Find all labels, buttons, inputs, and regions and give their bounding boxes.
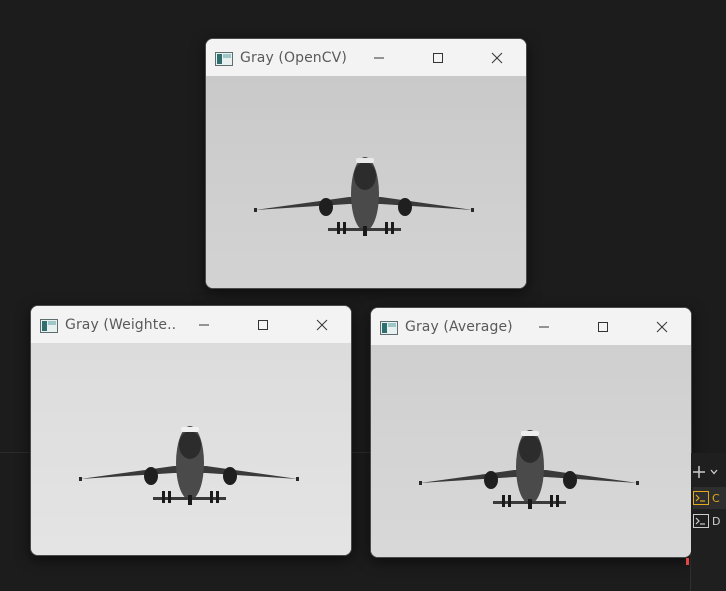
close-icon: [491, 52, 502, 63]
status-marker: [686, 558, 689, 565]
close-button[interactable]: [467, 39, 526, 76]
terminal-item[interactable]: D: [693, 510, 726, 532]
minimize-icon: [538, 326, 549, 327]
minimize-icon: [373, 57, 384, 58]
window-title: Gray (OpenCV): [240, 49, 347, 66]
window-title: Gray (Average): [405, 318, 513, 335]
window-title: Gray (Weighte...: [65, 316, 175, 333]
app-icon: [380, 320, 398, 335]
terminal-list-panel: C D: [691, 453, 726, 591]
title-bar[interactable]: Gray (Weighte...: [31, 306, 351, 343]
image-view: [206, 76, 526, 288]
close-icon: [656, 321, 667, 332]
maximize-button[interactable]: [573, 308, 632, 345]
terminal-item-label: D: [712, 514, 721, 528]
close-button[interactable]: [632, 308, 691, 345]
airplane-image: [79, 426, 299, 505]
new-terminal-button[interactable]: [691, 462, 726, 482]
terminal-icon: [693, 514, 709, 528]
close-icon: [316, 319, 327, 330]
title-bar[interactable]: Gray (Average): [371, 308, 691, 345]
airplane-image: [254, 157, 474, 236]
airplane-image: [419, 430, 639, 509]
window-gray-weighted[interactable]: Gray (Weighte...: [30, 305, 352, 556]
minimize-button[interactable]: [174, 306, 233, 343]
chevron-down-icon: [710, 469, 718, 475]
image-view: [371, 345, 691, 557]
maximize-button[interactable]: [233, 306, 292, 343]
maximize-icon: [432, 52, 443, 63]
app-icon: [40, 318, 58, 333]
app-icon: [215, 51, 233, 66]
minimize-button[interactable]: [514, 308, 573, 345]
window-gray-opencv[interactable]: Gray (OpenCV): [205, 38, 527, 289]
maximize-button[interactable]: [408, 39, 467, 76]
maximize-icon: [257, 319, 268, 330]
terminal-item[interactable]: C: [693, 487, 726, 509]
terminal-item-label: C: [712, 491, 720, 505]
plus-icon: [693, 466, 705, 478]
title-bar[interactable]: Gray (OpenCV): [206, 39, 526, 76]
image-view: [31, 343, 351, 555]
minimize-icon: [198, 324, 209, 325]
maximize-icon: [597, 321, 608, 332]
terminal-icon: [693, 491, 709, 505]
minimize-button[interactable]: [349, 39, 408, 76]
window-gray-average[interactable]: Gray (Average): [370, 307, 692, 558]
close-button[interactable]: [292, 306, 351, 343]
